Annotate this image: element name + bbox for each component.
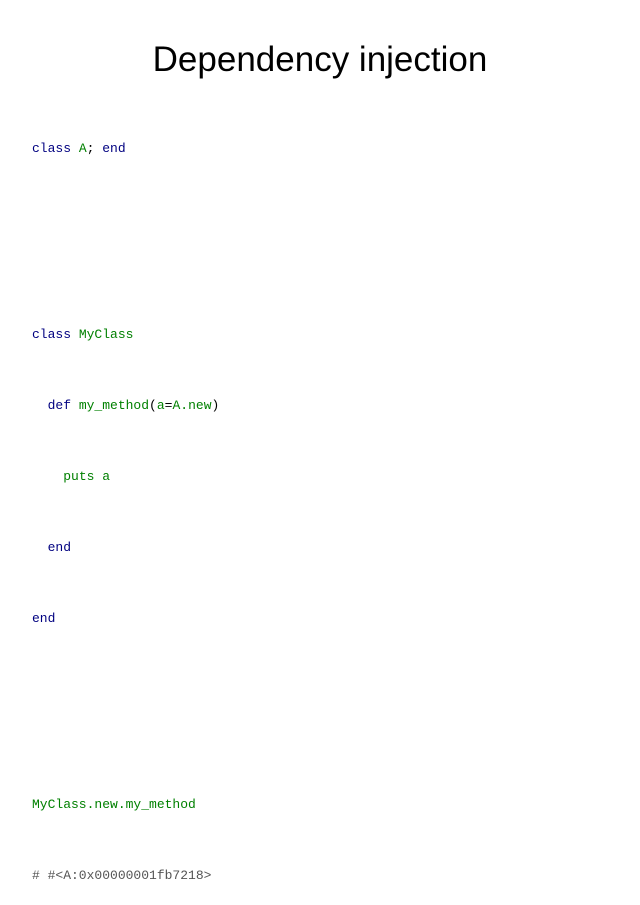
class-name: A xyxy=(78,141,87,156)
keyword-end: end xyxy=(102,141,126,156)
default-value: A.new xyxy=(172,398,212,413)
code-line-3: def my_method(a=A.new) xyxy=(32,394,220,420)
code-block: class A; end class MyClass def my_method… xyxy=(32,107,219,905)
semicolon: ; xyxy=(86,141,103,156)
code-line-7: MyClass.new.my_method xyxy=(32,793,219,819)
code-line-8: # #<A:0x00000001fb7218> xyxy=(32,864,219,890)
slide-title: Dependency injection xyxy=(152,40,488,79)
code-line-1: class A; end xyxy=(32,137,219,163)
code-line-5: end xyxy=(32,536,219,562)
keyword-end: end xyxy=(32,611,56,626)
keyword-class: class xyxy=(32,327,72,342)
method-call: MyClass.new.my_method xyxy=(32,797,196,812)
paren-close: ) xyxy=(211,398,220,413)
keyword-def: def xyxy=(47,398,72,413)
class-name: MyClass xyxy=(78,327,134,342)
output-comment: # #<A:0x00000001fb7218> xyxy=(32,868,212,883)
code-line-2: class MyClass xyxy=(32,323,219,349)
keyword-class: class xyxy=(32,141,72,156)
paren-open: ( xyxy=(149,398,157,413)
param-name: a xyxy=(156,398,165,413)
method-name: my_method xyxy=(78,398,150,413)
code-line-4: puts a xyxy=(32,465,219,491)
puts-statement: puts a xyxy=(63,469,111,484)
keyword-end: end xyxy=(47,540,72,555)
code-line-6: end xyxy=(32,607,219,633)
